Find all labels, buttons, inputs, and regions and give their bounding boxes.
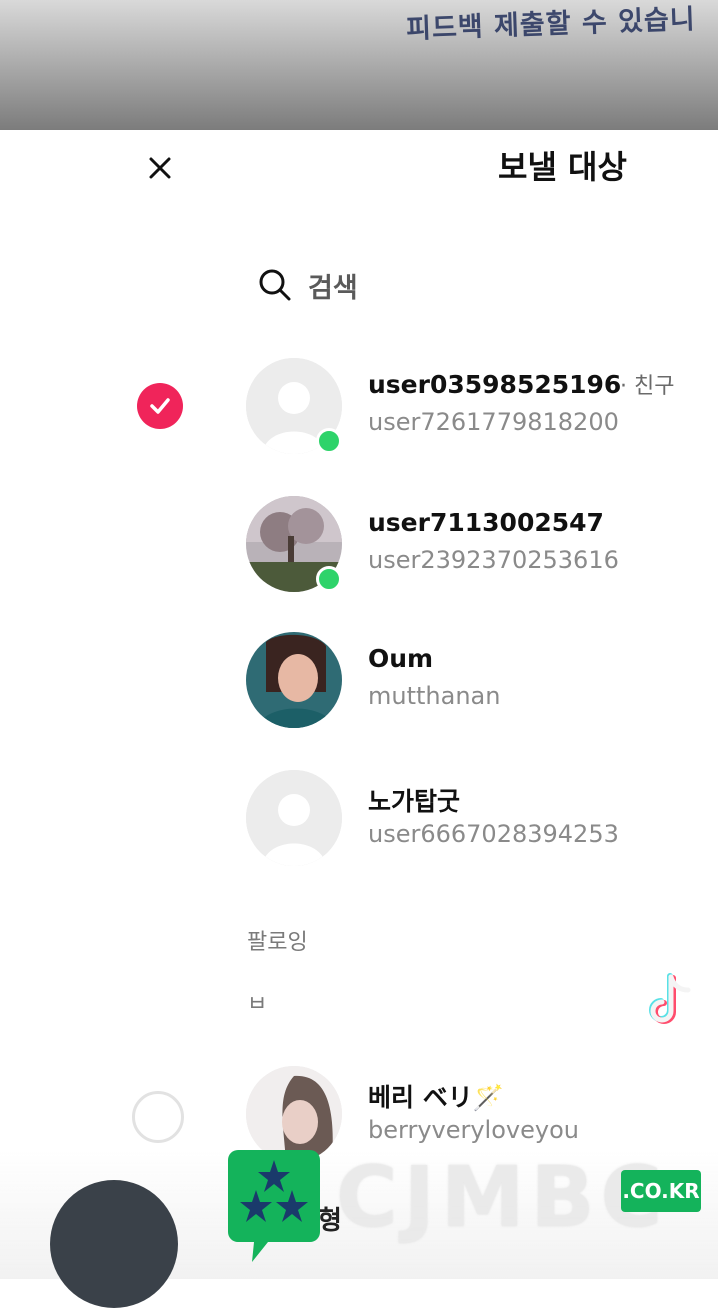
contact-handle: mutthanan <box>368 682 501 710</box>
contact-row[interactable]: Oum mutthanan <box>0 620 718 740</box>
contact-row[interactable]: user7113002547 user2392370253616 <box>0 484 718 604</box>
select-check[interactable] <box>132 1091 184 1143</box>
contact-name: 베리 ベリ🪄 <box>368 1083 504 1112</box>
checkmark-icon <box>150 398 170 414</box>
search-icon <box>259 269 291 301</box>
friend-tag: · 친구 <box>620 374 675 399</box>
close-button[interactable] <box>140 148 180 188</box>
sheet-title: 보낼 대상 <box>498 148 627 186</box>
select-check[interactable] <box>137 657 187 707</box>
contact-handle: user6667028394253 <box>368 820 619 848</box>
music-disc-icon <box>50 1180 178 1308</box>
contact-handle: user2392370253616 <box>368 546 619 574</box>
tiktok-logo-icon <box>646 970 696 1030</box>
select-check[interactable] <box>137 521 187 571</box>
contact-row[interactable]: 노가탑굿 user6667028394253 <box>0 758 718 878</box>
following-section-label: 팔로잉 <box>247 930 308 955</box>
online-indicator <box>316 566 342 592</box>
search-placeholder: 검색 <box>308 272 358 304</box>
contact-name: user03598525196 <box>368 370 622 399</box>
watermark-badge: .CO.KR <box>621 1170 701 1212</box>
contact-handle: berryveryloveyou <box>368 1116 579 1144</box>
close-icon <box>149 157 171 179</box>
search-input[interactable]: 검색 <box>258 262 358 308</box>
contact-name: Oum <box>368 644 434 673</box>
avatar-default <box>246 770 342 866</box>
online-indicator <box>316 428 342 454</box>
contact-name: user7113002547 <box>368 508 604 537</box>
contact-row[interactable]: user03598525196 · 친구 user7261779818200 <box>0 346 718 466</box>
select-check[interactable] <box>137 795 187 845</box>
index-letter: ㅂ <box>247 992 268 1017</box>
selected-check[interactable] <box>137 383 183 429</box>
avatar-photo <box>246 1066 342 1162</box>
watermark-logo-icon <box>228 1150 320 1262</box>
watermark-brand: CJMBC <box>336 1148 669 1246</box>
contact-handle: user7261779818200 <box>368 408 619 436</box>
contact-name: 노가탑굿 <box>368 787 461 816</box>
avatar-photo <box>246 632 342 728</box>
